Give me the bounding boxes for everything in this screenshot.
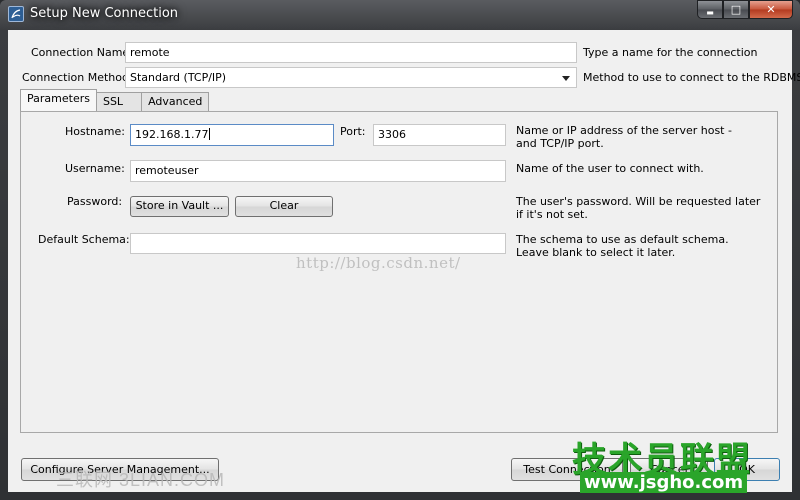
title-bar[interactable]: Setup New Connection ▬ □ ✕	[0, 0, 800, 30]
connection-name-hint: Type a name for the connection	[583, 46, 758, 59]
chevron-down-icon	[562, 76, 570, 81]
watermark-url: http://blog.csdn.net/	[296, 254, 461, 272]
close-button[interactable]: ✕	[749, 0, 793, 19]
port-input[interactable]: 3306	[373, 124, 506, 146]
parameters-panel: Hostname: 192.168.1.77 Port: 3306 Name o…	[20, 111, 778, 433]
hostname-hint: Name or IP address of the server host - …	[516, 124, 732, 150]
default-schema-label: Default Schema:	[38, 233, 130, 246]
minimize-button[interactable]: ▬	[697, 0, 723, 19]
password-hint: The user's password. Will be requested l…	[516, 195, 761, 221]
hostname-value: 192.168.1.77	[135, 128, 209, 141]
username-hint: Name of the user to connect with.	[516, 162, 704, 175]
hostname-label: Hostname:	[65, 125, 125, 138]
tab-ssl[interactable]: SSL	[95, 92, 143, 111]
mysql-workbench-icon	[8, 6, 24, 22]
connection-method-select[interactable]: Standard (TCP/IP)	[125, 67, 577, 88]
default-schema-input[interactable]	[130, 233, 506, 254]
text-caret	[209, 128, 211, 140]
connection-method-value: Standard (TCP/IP)	[130, 71, 227, 84]
watermark-logo-url: www.jsgho.com	[580, 472, 748, 493]
window-controls: ▬ □ ✕	[697, 0, 793, 20]
minimize-icon: ▬	[706, 7, 714, 17]
store-in-vault-button[interactable]: Store in Vault ...	[130, 196, 229, 217]
maximize-icon: □	[730, 3, 742, 16]
clear-password-button[interactable]: Clear	[235, 196, 333, 217]
tab-parameters[interactable]: Parameters	[20, 89, 97, 111]
maximize-button[interactable]: □	[723, 0, 749, 19]
tab-advanced[interactable]: Advanced	[141, 92, 210, 111]
connection-method-label: Connection Method:	[22, 71, 133, 84]
hostname-input[interactable]: 192.168.1.77	[130, 124, 334, 146]
port-label: Port:	[340, 125, 366, 138]
username-label: Username:	[65, 162, 125, 175]
connection-method-hint: Method to use to connect to the RDBMS	[583, 71, 800, 84]
connection-name-input[interactable]: remote	[125, 42, 577, 63]
tab-bar: Parameters SSL Advanced	[20, 89, 210, 111]
username-input[interactable]: remoteuser	[130, 160, 506, 182]
connection-name-label: Connection Name:	[31, 46, 133, 59]
default-schema-hint: The schema to use as default schema. Lea…	[516, 233, 729, 259]
watermark-logo: 技术员联盟 www.jsgho.com	[572, 432, 794, 496]
window-title: Setup New Connection	[30, 6, 179, 21]
password-label: Password:	[67, 195, 123, 208]
close-icon: ✕	[766, 3, 776, 16]
dialog-window: Setup New Connection ▬ □ ✕ Connection Na…	[0, 0, 800, 500]
watermark-bottom-left: 三联网 3LIAN.COM	[56, 470, 226, 490]
